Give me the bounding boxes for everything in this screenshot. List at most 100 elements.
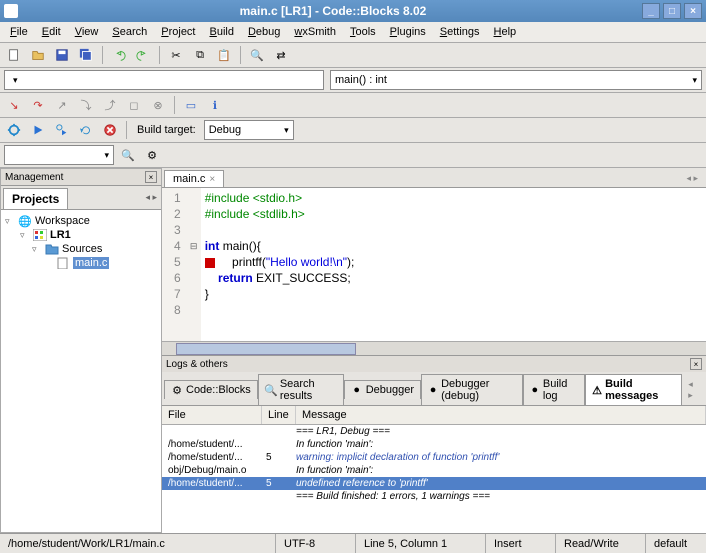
- editor-nav[interactable]: ◂ ▸: [680, 173, 704, 184]
- log-row[interactable]: /home/student/...5warning: implicit decl…: [162, 451, 706, 464]
- paste-icon[interactable]: 📋: [214, 45, 234, 65]
- search-combo[interactable]: ▾: [4, 145, 114, 165]
- open-icon[interactable]: [28, 45, 48, 65]
- menu-debug[interactable]: Debug: [242, 24, 286, 40]
- project-tree: ▿ 🌐 Workspace ▿ LR1 ▿ Sources main.c: [1, 210, 161, 532]
- search-find-icon[interactable]: 🔍: [118, 145, 138, 165]
- close-button[interactable]: ×: [684, 3, 702, 19]
- management-panel: Management × Projects ◂ ▸ ▿ 🌐 Workspace …: [0, 168, 162, 533]
- menu-settings[interactable]: Settings: [434, 24, 486, 40]
- debug-info-icon[interactable]: ℹ: [205, 95, 225, 115]
- save-all-icon[interactable]: [76, 45, 96, 65]
- toolbar-scope: ▾ main() : int ▾: [0, 68, 706, 93]
- menu-file[interactable]: File: [4, 24, 34, 40]
- redo-icon[interactable]: [133, 45, 153, 65]
- toolbar-build: Build target: Debug ▾: [0, 118, 706, 143]
- debug-next-icon[interactable]: ↷: [28, 95, 48, 115]
- status-mode: Insert: [486, 534, 556, 553]
- debug-step-icon[interactable]: ↘: [4, 95, 24, 115]
- project-icon: [33, 229, 47, 241]
- menu-help[interactable]: Help: [488, 24, 523, 40]
- tab-projects[interactable]: Projects: [3, 188, 68, 209]
- menu-project[interactable]: Project: [155, 24, 201, 40]
- debug-stop2-icon[interactable]: ⊗: [148, 95, 168, 115]
- scope-combo[interactable]: main() : int ▾: [330, 70, 702, 90]
- tree-folder[interactable]: ▿ Sources: [5, 242, 157, 256]
- log-tab-debugger[interactable]: ●Debugger: [344, 380, 421, 399]
- build-target-combo[interactable]: Debug ▾: [204, 120, 294, 140]
- log-tab-build-messages[interactable]: ⚠Build messages: [585, 374, 682, 405]
- log-tab-debugger-debug-[interactable]: ●Debugger (debug): [421, 374, 523, 405]
- search-opts-icon[interactable]: ⚙: [142, 145, 162, 165]
- build-icon[interactable]: [4, 120, 24, 140]
- menu-tools[interactable]: Tools: [344, 24, 382, 40]
- undo-icon[interactable]: [109, 45, 129, 65]
- horizontal-scrollbar[interactable]: [162, 341, 706, 355]
- debug-stop-icon[interactable]: ◻: [124, 95, 144, 115]
- tab-close-icon[interactable]: ×: [209, 174, 215, 185]
- debug-i1-icon[interactable]: ⤵: [76, 95, 96, 115]
- code-area[interactable]: #include <stdio.h>#include <stdlib.h>int…: [201, 188, 359, 341]
- col-message[interactable]: Message: [296, 406, 706, 424]
- scroll-thumb[interactable]: [176, 343, 356, 355]
- find-icon[interactable]: 🔍: [247, 45, 267, 65]
- management-title: Management: [5, 172, 63, 183]
- copy-icon[interactable]: ⧉: [190, 45, 210, 65]
- status-encoding: UTF-8: [276, 534, 356, 553]
- debug-i2-icon[interactable]: ⤴: [100, 95, 120, 115]
- rebuild-icon[interactable]: [76, 120, 96, 140]
- abort-icon[interactable]: [100, 120, 120, 140]
- debug-win-icon[interactable]: ▭: [181, 95, 201, 115]
- build-run-icon[interactable]: [52, 120, 72, 140]
- logs-title: Logs & others: [166, 359, 228, 370]
- log-tab-code-blocks[interactable]: ⚙Code::Blocks: [164, 380, 258, 399]
- menu-build[interactable]: Build: [204, 24, 240, 40]
- globe-icon: 🌐: [18, 215, 32, 227]
- management-nav[interactable]: ◂ ▸: [141, 192, 161, 203]
- log-tab-search-results[interactable]: 🔍Search results: [258, 374, 344, 405]
- minimize-button[interactable]: _: [642, 3, 660, 19]
- col-line[interactable]: Line: [262, 406, 296, 424]
- log-row[interactable]: === LR1, Debug ===: [162, 425, 706, 438]
- replace-icon[interactable]: ⇄: [271, 45, 291, 65]
- menu-wxsmith[interactable]: wxSmith: [288, 24, 342, 40]
- log-body[interactable]: === LR1, Debug ===/home/student/...In fu…: [162, 425, 706, 533]
- menu-plugins[interactable]: Plugins: [384, 24, 432, 40]
- col-file[interactable]: File: [162, 406, 262, 424]
- logs-nav[interactable]: ◂ ▸: [682, 379, 704, 401]
- log-columns: File Line Message: [162, 406, 706, 425]
- status-position: Line 5, Column 1: [356, 534, 486, 553]
- menu-edit[interactable]: Edit: [36, 24, 67, 40]
- logs-close-icon[interactable]: ×: [690, 358, 702, 370]
- log-row[interactable]: obj/Debug/main.oIn function 'main':: [162, 464, 706, 477]
- code-editor[interactable]: 12345678 ⊟ #include <stdio.h>#include <s…: [162, 188, 706, 341]
- status-profile: default: [646, 534, 706, 553]
- menubar: FileEditViewSearchProjectBuildDebugwxSmi…: [0, 22, 706, 43]
- toolbar-debugger: ↘ ↷ ↗ ⤵ ⤴ ◻ ⊗ ▭ ℹ: [0, 93, 706, 118]
- log-tab-build-log[interactable]: ●Build log: [523, 374, 585, 405]
- run-icon[interactable]: [28, 120, 48, 140]
- menu-view[interactable]: View: [69, 24, 105, 40]
- new-icon[interactable]: [4, 45, 24, 65]
- scope-left-combo[interactable]: ▾: [4, 70, 324, 90]
- maximize-button[interactable]: □: [663, 3, 681, 19]
- statusbar: /home/student/Work/LR1/main.c UTF-8 Line…: [0, 533, 706, 553]
- tab-main-c[interactable]: main.c ×: [164, 170, 224, 187]
- file-icon: [56, 257, 70, 269]
- log-row[interactable]: /home/student/...5undefined reference to…: [162, 477, 706, 490]
- folder-icon: [45, 243, 59, 255]
- build-target-label: Build target:: [133, 124, 200, 136]
- tree-project[interactable]: ▿ LR1: [5, 228, 157, 242]
- app-icon: [4, 4, 18, 18]
- debug-out-icon[interactable]: ↗: [52, 95, 72, 115]
- cut-icon[interactable]: ✂: [166, 45, 186, 65]
- tree-file[interactable]: main.c: [5, 256, 157, 270]
- fold-gutter[interactable]: ⊟: [187, 188, 201, 341]
- tree-workspace[interactable]: ▿ 🌐 Workspace: [5, 214, 157, 228]
- log-row[interactable]: /home/student/...In function 'main':: [162, 438, 706, 451]
- save-icon[interactable]: [52, 45, 72, 65]
- line-gutter: 12345678: [162, 188, 187, 341]
- menu-search[interactable]: Search: [106, 24, 153, 40]
- management-close-icon[interactable]: ×: [145, 171, 157, 183]
- log-row[interactable]: === Build finished: 1 errors, 1 warnings…: [162, 490, 706, 503]
